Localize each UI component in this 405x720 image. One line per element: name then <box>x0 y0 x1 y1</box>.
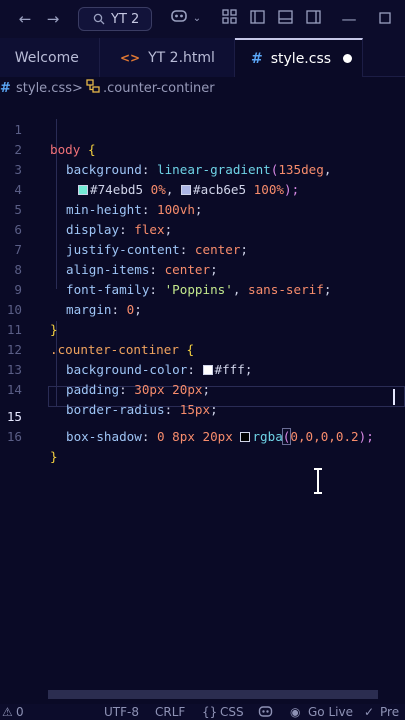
code-line[interactable]: 2 background: linear-gradient(135deg, <box>0 120 405 177</box>
vscode-icon: ▍ <box>0 49 7 66</box>
color-swatch-icon[interactable] <box>240 431 251 442</box>
code-line[interactable]: 10 } <box>0 280 405 337</box>
command-search-box[interactable]: YT 2 <box>78 7 152 31</box>
paren: ); <box>358 429 374 444</box>
breadcrumb: # style.css > .counter-continer <box>0 77 405 99</box>
tab-welcome[interactable]: ▍ Welcome <box>0 38 100 77</box>
html-file-icon: <> <box>120 50 141 65</box>
code-line[interactable]: 13 padding: 30px 20px; <box>0 340 405 397</box>
code-editor[interactable]: 1 body { 2 background: linear-gradient(1… <box>0 99 405 689</box>
tab-welcome-label: Welcome <box>14 49 79 66</box>
brace: } <box>50 449 58 464</box>
line-number: 16 <box>6 429 22 444</box>
language-mode[interactable]: CSS <box>220 705 244 719</box>
mouse-ibeam-cursor-icon <box>314 468 322 494</box>
code-line[interactable]: 12 background-color: #fff; <box>0 320 405 377</box>
code-line[interactable]: 14 border-radius: 15px; <box>0 360 405 417</box>
encoding-indicator[interactable]: UTF-8 <box>104 705 139 719</box>
toggle-sidebar-icon[interactable] <box>246 8 268 30</box>
code-line[interactable]: 4 min-height: 100vh; <box>0 160 405 217</box>
code-line[interactable]: 3 #74ebd5 0%, #acb6e5 100%); <box>0 140 405 197</box>
code-line[interactable]: 5 display: flex; <box>0 180 405 237</box>
code-line[interactable]: 15 box-shadow: 0 8px 20px rgba(0,0,0,0.2… <box>0 387 405 445</box>
back-arrow-icon[interactable]: ← <box>14 8 36 30</box>
code-line[interactable]: 1 body { <box>0 100 405 157</box>
chevron-down-icon[interactable]: ⌄ <box>186 8 208 30</box>
eol-indicator[interactable]: CRLF <box>155 705 185 719</box>
css-value: 20px <box>194 429 233 444</box>
symbol-icon <box>86 79 100 97</box>
tab-style-css[interactable]: # style.css <box>235 38 363 77</box>
colon: : <box>141 429 157 444</box>
toggle-panel-icon[interactable] <box>274 8 296 30</box>
tab-yt2-html[interactable]: <> YT 2.html <box>100 38 235 77</box>
status-bar: ⚠ 0 UTF-8 CRLF {} CSS ◉ Go Live ✓ Pre <box>0 704 405 720</box>
breadcrumb-separator: > <box>72 80 83 96</box>
prettier-status[interactable]: Pre <box>380 705 399 719</box>
unsaved-dot-icon[interactable] <box>343 54 352 63</box>
bracket-indicator[interactable]: {} <box>202 705 217 719</box>
search-text: YT 2 <box>111 11 140 27</box>
prettier-icon: ✓ <box>364 705 375 719</box>
css-value: 0,0,0,0.2 <box>290 429 359 444</box>
text-cursor <box>393 389 395 405</box>
code-line[interactable]: 8 font-family: 'Poppins', sans-serif; <box>0 240 405 297</box>
tab-yt2-html-label: YT 2.html <box>148 49 215 66</box>
code-line[interactable]: 11 .counter-continer { <box>0 300 405 357</box>
breadcrumb-symbol[interactable]: .counter-continer <box>103 81 215 96</box>
code-line[interactable]: 7 align-items: center; <box>0 220 405 277</box>
maximize-icon[interactable] <box>374 8 396 30</box>
css-file-icon: # <box>0 80 11 96</box>
css-file-icon: # <box>251 50 263 67</box>
copilot-status-icon[interactable] <box>258 705 273 720</box>
go-live-icon: ◉ <box>290 705 301 719</box>
go-live-button[interactable]: Go Live <box>308 705 353 719</box>
layout-grid-icon[interactable] <box>218 8 240 30</box>
code-line[interactable]: 16 } <box>0 407 405 464</box>
editor-tabs: ▍ Welcome <> YT 2.html # style.css <box>0 38 405 77</box>
horizontal-scrollbar[interactable] <box>48 690 378 699</box>
forward-arrow-icon[interactable]: → <box>42 8 64 30</box>
code-line[interactable]: 9 margin: 0; <box>0 260 405 317</box>
tab-style-css-label: style.css <box>270 50 332 67</box>
title-bar: ← → YT 2 ⌄ — <box>0 0 405 38</box>
search-icon <box>93 13 105 25</box>
problems-count[interactable]: 0 <box>16 705 24 719</box>
minimize-icon[interactable]: — <box>338 8 360 30</box>
code-line[interactable]: 6 justify-content: center; <box>0 200 405 257</box>
warnings-icon[interactable]: ⚠ <box>2 705 13 719</box>
css-function: rgba <box>252 429 283 444</box>
css-property: box-shadow <box>66 429 142 444</box>
css-value: 8px <box>164 429 195 444</box>
toggle-secondary-sidebar-icon[interactable] <box>302 8 324 30</box>
breadcrumb-file[interactable]: style.css <box>16 81 72 96</box>
css-value: 0 <box>157 429 165 444</box>
